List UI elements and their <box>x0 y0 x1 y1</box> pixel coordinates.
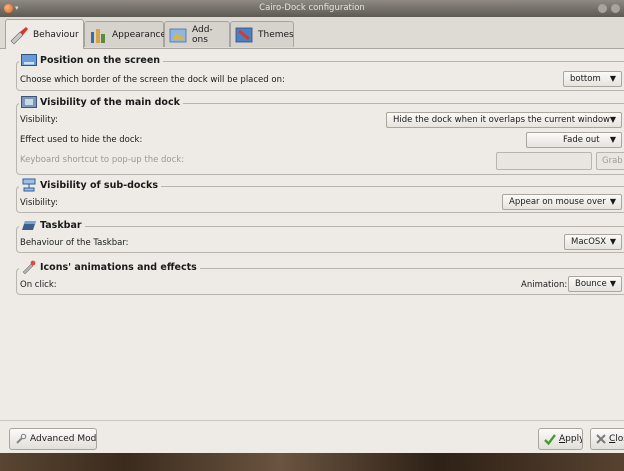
tab-bar: Behaviour Appearance Add-ons Themes <box>0 17 624 49</box>
close-window-icon[interactable] <box>611 4 620 13</box>
window-menu-arrow-icon: ▾ <box>15 4 19 12</box>
main-visibility-label: Visibility: <box>20 115 58 125</box>
close-label: Clos <box>609 434 624 444</box>
advanced-mode-button[interactable]: Advanced Mode <box>9 428 97 450</box>
screen-position-icon <box>21 53 37 67</box>
visibility-sub-title: Visibility of sub-docks <box>40 179 159 191</box>
taskbar-behaviour-select[interactable]: MacOSX ▼ <box>564 234 622 250</box>
chevron-down-icon: ▼ <box>609 197 616 206</box>
tab-label: Themes <box>258 29 294 40</box>
tab-themes[interactable]: Themes <box>230 21 294 47</box>
on-click-label: On click: <box>20 280 57 290</box>
hide-effect-value: Fade out <box>563 135 600 145</box>
taskbar-behaviour-label: Behaviour of the Taskbar: <box>20 238 129 248</box>
apply-label: Apply <box>559 434 583 444</box>
minimize-icon[interactable] <box>598 4 607 13</box>
taskbar-behaviour-value: MacOSX <box>571 237 607 247</box>
sub-visibility-value: Appear on mouse over <box>509 197 606 207</box>
animations-icon <box>21 260 37 274</box>
visibility-icon <box>21 95 37 109</box>
main-visibility-select[interactable]: Hide the dock when it overlaps the curre… <box>386 112 622 128</box>
taskbar-legend: Taskbar <box>19 218 85 232</box>
wrench-icon <box>15 433 27 445</box>
appearance-icon <box>88 25 108 45</box>
shortcut-label: Keyboard shortcut to pop-up the dock: <box>20 155 185 165</box>
on-click-row: On click: Animation: Bounce ▼ <box>0 276 624 293</box>
shortcut-field[interactable] <box>496 152 592 170</box>
window-title: Cairo-Dock configuration <box>259 3 365 13</box>
configuration-window: ▾ Cairo-Dock configuration Behaviour App… <box>0 0 624 453</box>
dock-border-row: Choose which border of the screen the do… <box>0 71 624 88</box>
hide-effect-select[interactable]: Fade out ▼ <box>526 132 622 148</box>
addons-icon <box>168 25 188 45</box>
animations-title: Icons' animations and effects <box>40 261 197 273</box>
bottom-bar: Advanced Mode Apply Clos <box>0 420 624 454</box>
advanced-mode-label: Advanced Mode <box>30 434 97 444</box>
visibility-main-title: Visibility of the main dock <box>40 96 180 108</box>
chevron-down-icon: ▼ <box>609 115 616 124</box>
taskbar-title: Taskbar <box>40 219 82 231</box>
chevron-down-icon: ▼ <box>609 237 616 246</box>
title-bar[interactable]: ▾ Cairo-Dock configuration <box>0 0 624 17</box>
animation-value: Bounce <box>575 279 607 289</box>
shortcut-row: Keyboard shortcut to pop-up the dock: Gr… <box>0 152 624 170</box>
hide-effect-label: Effect used to hide the dock: <box>20 135 143 145</box>
dock-border-select[interactable]: bottom ▼ <box>563 71 622 87</box>
window-menu-icon[interactable] <box>4 4 13 13</box>
close-button[interactable]: Clos <box>590 428 624 450</box>
animations-legend: Icons' animations and effects <box>19 260 200 274</box>
visibility-main-legend: Visibility of the main dock <box>19 95 183 109</box>
tab-label: Behaviour <box>33 29 79 40</box>
tab-label: Add-ons <box>192 24 213 45</box>
sub-dock-icon <box>21 178 37 192</box>
taskbar-icon <box>21 218 37 232</box>
chevron-down-icon: ▼ <box>609 74 616 83</box>
sub-visibility-select[interactable]: Appear on mouse over ▼ <box>502 194 622 210</box>
dock-border-label: Choose which border of the screen the do… <box>20 75 285 85</box>
apply-label-rest: pply <box>565 434 583 444</box>
taskbar-behaviour-row: Behaviour of the Taskbar: MacOSX ▼ <box>0 234 624 251</box>
visibility-sub-legend: Visibility of sub-docks <box>19 178 162 192</box>
sub-visibility-row: Visibility: Appear on mouse over ▼ <box>0 194 624 211</box>
behaviour-icon <box>9 25 29 45</box>
close-label-rest: los <box>615 434 624 444</box>
tab-label: Appearance <box>112 29 167 40</box>
chevron-down-icon: ▼ <box>609 279 616 288</box>
grab-button[interactable]: Grab <box>596 152 624 170</box>
position-legend: Position on the screen <box>19 53 164 67</box>
tab-appearance[interactable]: Appearance <box>84 21 167 47</box>
position-title: Position on the screen <box>40 54 161 66</box>
animation-label: Animation: <box>521 280 568 290</box>
apply-button[interactable]: Apply <box>538 428 583 450</box>
checkmark-icon <box>544 433 556 445</box>
chevron-down-icon: ▼ <box>609 135 616 144</box>
dock-border-value: bottom <box>570 74 601 84</box>
sub-visibility-label: Visibility: <box>20 198 58 208</box>
hide-effect-row: Effect used to hide the dock: Fade out ▼ <box>0 132 624 148</box>
themes-icon <box>234 25 254 45</box>
close-icon <box>596 434 606 444</box>
tab-behaviour[interactable]: Behaviour <box>5 19 84 49</box>
main-visibility-row: Visibility: Hide the dock when it overla… <box>0 112 624 128</box>
tab-addons[interactable]: Add-ons <box>164 21 230 47</box>
desktop-background <box>0 453 624 471</box>
animation-select[interactable]: Bounce ▼ <box>568 276 622 292</box>
main-visibility-value: Hide the dock when it overlaps the curre… <box>393 115 610 125</box>
